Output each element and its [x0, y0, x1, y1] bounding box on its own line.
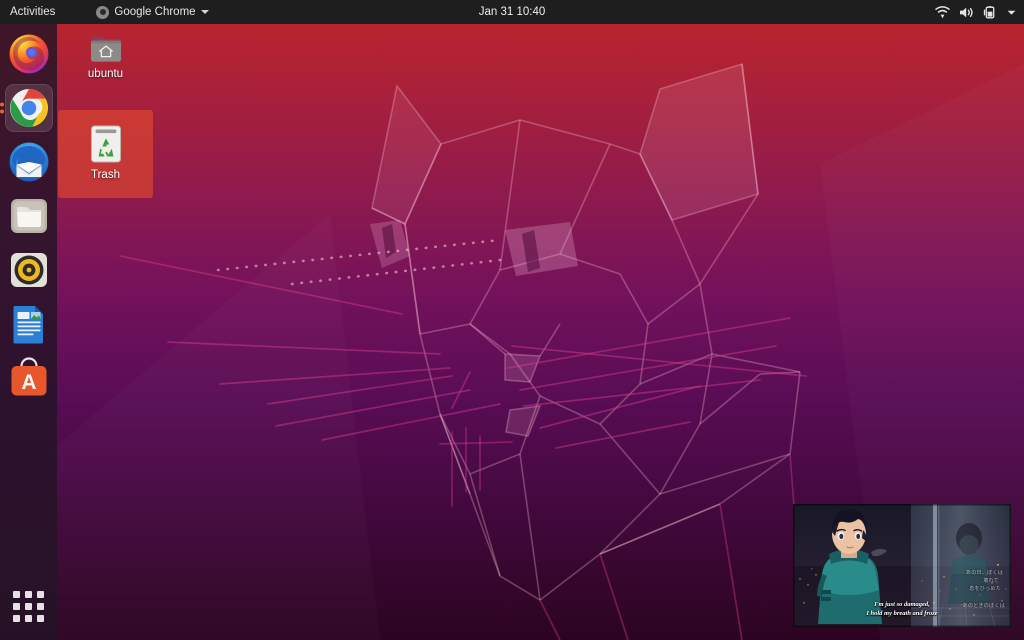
- overlay-text-2: 壊れて: [983, 578, 999, 584]
- ubuntu-software-icon: A: [11, 357, 46, 396]
- overlay-text-3: 息をひっめた: [969, 586, 1001, 592]
- thunderbird-icon: [9, 142, 48, 182]
- running-indicator: [0, 102, 4, 114]
- show-applications-button[interactable]: [5, 582, 53, 630]
- dock-item-thunderbird[interactable]: [5, 138, 53, 186]
- dock-item-ubuntu-software[interactable]: A: [5, 354, 53, 402]
- battery-charging-icon[interactable]: [983, 5, 997, 19]
- chevron-down-icon[interactable]: [1006, 7, 1017, 18]
- svg-text:A: A: [21, 371, 36, 394]
- overlay-text-1: あの日、ぼくは: [965, 570, 1003, 576]
- libreoffice-writer-icon: [13, 306, 43, 344]
- activities-button[interactable]: Activities: [0, 0, 64, 24]
- system-tray: [935, 0, 1017, 24]
- clock-label[interactable]: Jan 31 10:40: [479, 6, 546, 18]
- dock-item-libreoffice-writer[interactable]: [5, 300, 53, 348]
- app-menu-label: Google Chrome: [114, 6, 196, 18]
- subtitle-line-2: I hold my breath and froze: [866, 610, 938, 617]
- app-menu-google-chrome[interactable]: Google Chrome: [96, 0, 209, 24]
- desktop-icon-trash[interactable]: Trash: [58, 110, 153, 198]
- desktop-icon-ubuntu-home[interactable]: ubuntu: [58, 27, 153, 79]
- firefox-icon: [9, 34, 48, 74]
- home-folder-icon: [90, 36, 121, 62]
- rhythmbox-icon: [10, 253, 47, 287]
- files-folder-icon: [10, 199, 47, 233]
- subtitle-line-1: I'm just so damaged,: [874, 601, 930, 608]
- dock-item-firefox[interactable]: [5, 30, 53, 78]
- dock-item-google-chrome[interactable]: [0, 84, 53, 132]
- desktop-icon-label: Trash: [91, 169, 120, 181]
- wifi-icon[interactable]: [935, 5, 950, 19]
- volume-icon[interactable]: [959, 6, 974, 19]
- app-grid-icon: [13, 590, 44, 622]
- dock-item-rhythmbox[interactable]: [5, 246, 53, 294]
- chevron-down-icon: [200, 10, 209, 14]
- trash-icon: [90, 125, 121, 163]
- video-thumbnail[interactable]: あの日、ぼくは 壊れて 息をひっめた あのときのぼくは I'm just so …: [793, 504, 1011, 627]
- dock-item-files[interactable]: [5, 192, 53, 240]
- launcher-dock: A: [0, 24, 57, 640]
- top-bar: Activities Google Chrome Jan 31 10:40: [0, 0, 1024, 24]
- desktop-screen: Activities Google Chrome Jan 31 10:40 A …: [0, 0, 1024, 640]
- chrome-icon: [96, 5, 110, 19]
- chrome-icon: [9, 89, 48, 127]
- desktop-icon-label: ubuntu: [87, 68, 124, 79]
